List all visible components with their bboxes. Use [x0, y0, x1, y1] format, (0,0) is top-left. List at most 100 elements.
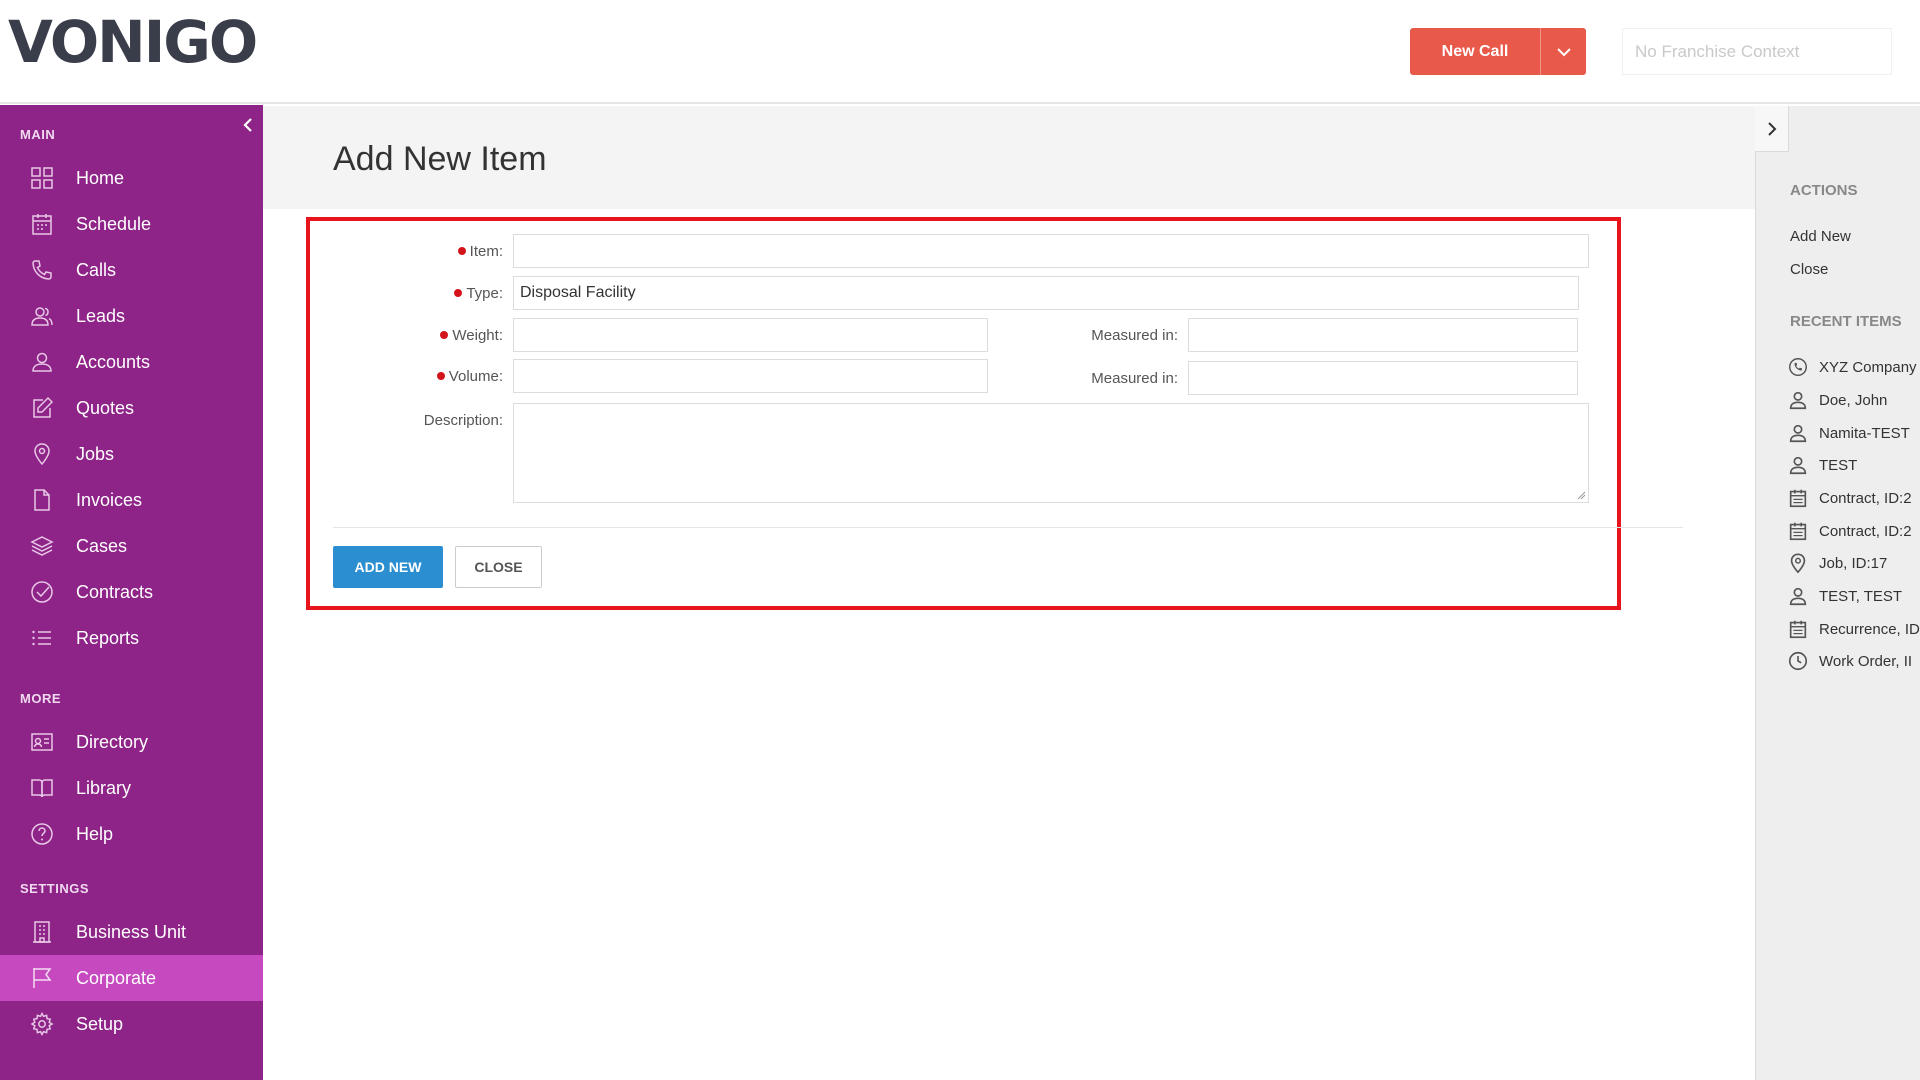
recent-item[interactable]: Recurrence, ID — [1787, 616, 1920, 642]
new-call-button[interactable]: New Call — [1410, 28, 1540, 75]
sidebar-item-invoices[interactable]: Invoices — [0, 477, 263, 523]
item-input[interactable] — [513, 234, 1589, 268]
phone-history-icon — [1789, 358, 1807, 376]
type-label-wrap: Type: — [380, 285, 503, 302]
user-icon — [1789, 587, 1807, 606]
sidebar-item-label: Setup — [76, 1013, 124, 1034]
list-icon — [32, 630, 51, 646]
recent-item-label: TEST, TEST — [1819, 587, 1903, 605]
sidebar-item-quotes[interactable]: Quotes — [0, 385, 263, 431]
vonigo-logo[interactable]: VONIGO — [8, 12, 258, 72]
new-call-dropdown-button[interactable] — [1540, 28, 1586, 75]
sidebar-item-home[interactable]: Home — [0, 155, 263, 201]
recent-item[interactable]: Doe, John — [1787, 387, 1920, 413]
add-new-button[interactable]: ADD NEW — [333, 546, 443, 588]
sidebar-item-jobs[interactable]: Jobs — [0, 431, 263, 477]
sidebar-item-label: Leads — [76, 305, 126, 326]
sidebar-item-label: Corporate — [76, 967, 157, 988]
recent-item[interactable]: XYZ Company — [1787, 354, 1920, 380]
recent-item[interactable]: Namita-TEST — [1787, 420, 1920, 446]
recent-item[interactable]: TEST, TEST — [1787, 583, 1920, 609]
recent-item[interactable]: TEST — [1787, 452, 1920, 478]
action-add-new-link[interactable]: Add New — [1790, 228, 1851, 245]
user-icon — [1789, 391, 1807, 410]
recent-item-label: Contract, ID:2 — [1819, 489, 1912, 507]
user-icon — [1789, 424, 1807, 443]
check-circle-icon — [31, 581, 53, 603]
sidebar-item-leads[interactable]: Leads — [0, 293, 263, 339]
help-circle-icon — [31, 823, 53, 845]
sidebar-item-accounts[interactable]: Accounts — [0, 339, 263, 385]
new-call-split-button: New Call — [1410, 28, 1586, 75]
sidebar-item-cases[interactable]: Cases — [0, 523, 263, 569]
sidebar-item-corporate[interactable]: Corporate — [0, 955, 263, 1001]
map-pin-icon — [34, 443, 50, 466]
calendar-icon — [1789, 522, 1807, 541]
item-label-wrap: Item: — [380, 243, 503, 260]
sidebar-item-contracts[interactable]: Contracts — [0, 569, 263, 615]
recent-item-label: XYZ Company — [1819, 358, 1917, 376]
volume-unit-select[interactable] — [1188, 361, 1578, 395]
weight-input[interactable] — [513, 318, 988, 352]
recent-item-label: TEST — [1819, 456, 1858, 474]
weight-measured-in-label: Measured in: — [1091, 327, 1178, 344]
top-header: VONIGO New Call No Franchise Context — [0, 0, 1920, 104]
volume-measured-in-label: Measured in: — [1091, 370, 1178, 387]
chevron-right-icon — [1767, 121, 1776, 136]
right-panel-toggle[interactable] — [1755, 106, 1789, 152]
building-icon — [33, 921, 51, 943]
description-textarea[interactable] — [513, 403, 1589, 503]
user-icon — [1789, 456, 1807, 475]
form-divider — [333, 527, 1683, 528]
recent-items-heading: RECENT ITEMS — [1790, 313, 1902, 330]
weight-unit-select[interactable] — [1188, 318, 1578, 352]
weight-label: Weight: — [452, 327, 503, 344]
page-title-bar: Add New Item — [263, 106, 1755, 209]
sidebar-item-label: Directory — [76, 731, 149, 752]
resize-handle-icon[interactable] — [1576, 490, 1586, 500]
calendar-icon — [1789, 489, 1807, 508]
flag-icon — [33, 968, 52, 988]
sidebar-item-label: Business Unit — [76, 921, 187, 942]
sidebar-item-business-unit[interactable]: Business Unit — [0, 909, 263, 955]
close-button[interactable]: CLOSE — [455, 546, 542, 588]
sidebar-section-more: MORE — [20, 691, 61, 706]
sidebar-item-reports[interactable]: Reports — [0, 615, 263, 661]
sidebar-item-schedule[interactable]: Schedule — [0, 201, 263, 247]
description-label: Description: — [423, 412, 503, 429]
sidebar-item-library[interactable]: Library — [0, 765, 263, 811]
sidebar-item-label: Schedule — [76, 213, 152, 234]
franchise-context-select[interactable]: No Franchise Context — [1622, 28, 1892, 75]
sidebar-item-directory[interactable]: Directory — [0, 719, 263, 765]
sidebar-item-label: Help — [76, 823, 114, 844]
clock-icon — [1788, 651, 1808, 671]
required-indicator — [454, 289, 463, 298]
recent-item[interactable]: Contract, ID:2 — [1787, 518, 1920, 544]
gear-icon — [30, 1012, 54, 1036]
sidebar-section-main: MAIN — [20, 127, 56, 142]
sidebar-item-help[interactable]: Help — [0, 811, 263, 857]
phone-icon — [32, 260, 52, 280]
chevron-left-icon — [243, 118, 252, 132]
chevron-down-icon — [1556, 47, 1571, 56]
sidebar-item-setup[interactable]: Setup — [0, 1001, 263, 1047]
recent-item[interactable]: Contract, ID:2 — [1787, 485, 1920, 511]
sidebar-collapse-button[interactable] — [240, 115, 256, 135]
page-title: Add New Item — [333, 140, 547, 178]
recent-item-label: Doe, John — [1819, 391, 1888, 409]
item-label: Item: — [469, 243, 503, 260]
recent-item-label: Recurrence, ID — [1819, 620, 1920, 638]
action-close-link[interactable]: Close — [1790, 261, 1828, 278]
required-indicator — [436, 372, 445, 381]
type-field[interactable]: Disposal Facility — [513, 276, 1579, 310]
volume-label: Volume: — [448, 368, 503, 385]
sidebar-item-calls[interactable]: Calls — [0, 247, 263, 293]
actions-heading: ACTIONS — [1790, 182, 1858, 199]
sidebar-item-label: Quotes — [76, 397, 135, 418]
volume-input[interactable] — [513, 359, 988, 393]
recent-item[interactable]: Job, ID:17 — [1787, 550, 1920, 576]
edit-icon — [33, 396, 54, 418]
sidebar-item-label: Library — [76, 777, 132, 798]
sidebar-section-settings: SETTINGS — [20, 881, 90, 896]
recent-item[interactable]: Work Order, II — [1787, 648, 1920, 674]
